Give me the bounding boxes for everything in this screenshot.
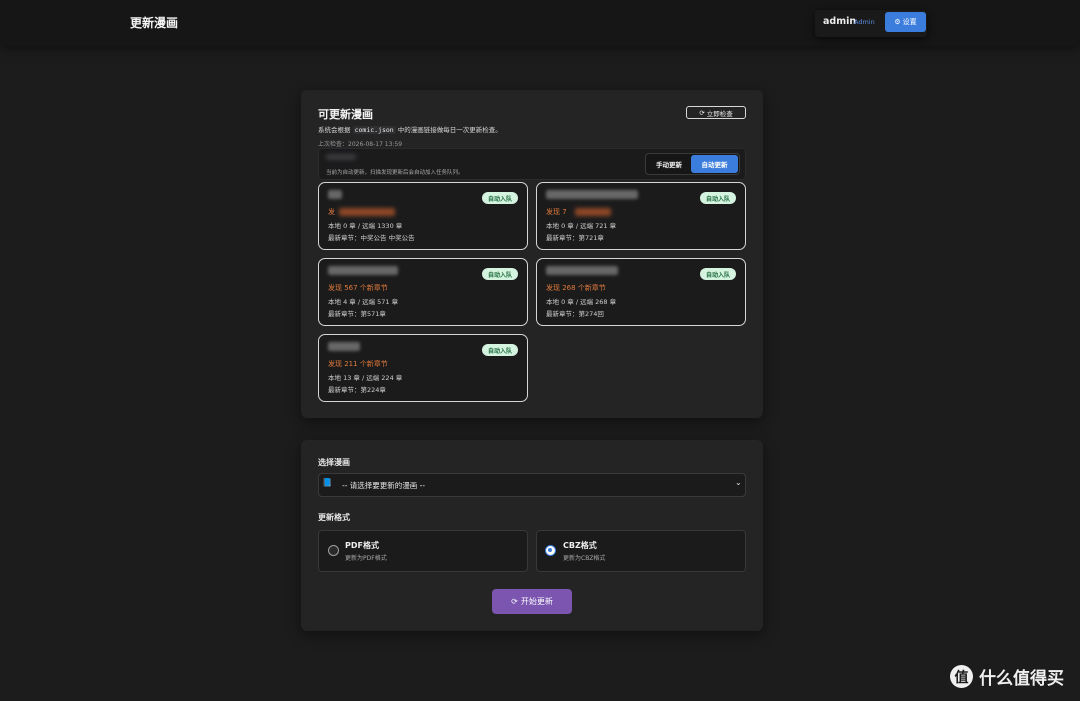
format-option-pdf[interactable] — [318, 530, 528, 572]
latest-chapter: 最新章节：第274回 — [546, 310, 604, 318]
cbz-format-subtitle: 更新为CBZ格式 — [563, 555, 606, 562]
cbz-format-title: CBZ格式 — [563, 541, 597, 550]
new-chapters-blurred — [339, 208, 395, 216]
auto-queue-badge: 自动入队 — [481, 192, 518, 204]
chapter-count: 本地 0 章 / 远端 1330 章 — [328, 222, 403, 230]
update-mode-title — [326, 154, 356, 160]
chapter-count: 本地 13 章 / 远端 224 章 — [328, 374, 403, 382]
comic-card[interactable]: 自动入队 发现 268 个新章节 本地 0 章 / 远端 268 章 最新章节：… — [536, 258, 746, 326]
format-label: 更新格式 — [318, 513, 350, 522]
comic-select-value: -- 请选择要更新的漫画 -- — [342, 481, 426, 490]
latest-chapter: 最新章节：中奖公告 中奖公告 — [328, 234, 415, 242]
page-title: 更新漫画 — [130, 16, 179, 30]
cbz-radio[interactable] — [545, 545, 556, 556]
user-name: admin — [823, 16, 857, 27]
section-title: 可更新漫画 — [318, 108, 373, 121]
settings-label: 设置 — [902, 18, 917, 26]
check-now-button[interactable]: ⟳ 立即检查 — [686, 106, 746, 119]
format-option-cbz[interactable] — [536, 530, 746, 572]
book-icon: 📘 — [322, 478, 332, 487]
auto-queue-badge: 自动入队 — [481, 268, 518, 280]
manual-update-button[interactable]: 手动更新 — [648, 155, 690, 173]
new-chapters-text: 发现 7 — [546, 208, 567, 216]
latest-chapter: 最新章节：第224章 — [328, 386, 386, 394]
new-chapters-text: 发现 211 个新章节 — [328, 360, 388, 368]
gear-icon: ⚙ — [894, 18, 901, 26]
watermark: 值 什么值得买 — [950, 664, 1064, 689]
start-update-button[interactable]: ⟳ 开始更新 — [492, 589, 572, 614]
watermark-text: 什么值得买 — [979, 669, 1064, 689]
comic-name-blurred — [328, 342, 360, 351]
new-chapters-blurred — [575, 208, 611, 216]
start-update-label: 开始更新 — [520, 597, 553, 606]
comic-card[interactable]: 自动入队 发现 7 本地 0 章 / 远端 721 章 最新章节：第721章 — [536, 182, 746, 250]
chapter-count: 本地 0 章 / 远端 721 章 — [546, 222, 617, 230]
comic-name-blurred — [546, 266, 618, 275]
comic-name-blurred — [328, 190, 342, 199]
chapter-count: 本地 4 章 / 远端 571 章 — [328, 298, 399, 306]
latest-chapter: 最新章节：第721章 — [546, 234, 604, 242]
auto-update-button[interactable]: 自动更新 — [691, 155, 738, 173]
update-mode-hint: 当前为自动更新，扫描发现更新后会自动加入任务队列。 — [326, 170, 464, 176]
chapter-count: 本地 0 章 / 远端 268 章 — [546, 298, 617, 306]
select-comic-label: 选择漫画 — [318, 458, 350, 467]
auto-queue-badge: 自动入队 — [699, 192, 736, 204]
pdf-radio[interactable] — [328, 545, 339, 556]
user-role: Admin — [854, 18, 875, 26]
pdf-format-title: PDF格式 — [345, 541, 379, 550]
config-file-code: comic.json — [352, 126, 396, 134]
refresh-icon: ⟳ — [699, 108, 705, 117]
comic-card[interactable]: 自动入队 发现 567 个新章节 本地 4 章 / 远端 571 章 最新章节：… — [318, 258, 528, 326]
settings-button[interactable]: ⚙ 设置 — [885, 12, 926, 32]
section-description: 系统会根据 comic.json 中的漫画链接做每日一次更新检查。 — [318, 126, 502, 134]
latest-chapter: 最新章节：第571章 — [328, 310, 386, 318]
comic-card[interactable]: 自动入队 发现 211 个新章节 本地 13 章 / 远端 224 章 最新章节… — [318, 334, 528, 402]
auto-queue-badge: 自动入队 — [481, 344, 518, 356]
watermark-logo-icon: 值 — [950, 665, 973, 688]
new-chapters-text: 发现 567 个新章节 — [328, 284, 388, 292]
last-check: 上次检查：2026-08-17 13:59 — [318, 141, 403, 148]
refresh-icon: ⟳ — [511, 597, 518, 606]
check-now-label: 立即检查 — [706, 109, 733, 118]
new-chapters-text: 发 — [328, 208, 335, 216]
comic-name-blurred — [546, 190, 638, 199]
chevron-down-icon: ⌄ — [735, 478, 742, 487]
comic-card[interactable]: 自动入队 发 本地 0 章 / 远端 1330 章 最新章节：中奖公告 中奖公告 — [318, 182, 528, 250]
new-chapters-text: 发现 268 个新章节 — [546, 284, 606, 292]
auto-queue-badge: 自动入队 — [699, 268, 736, 280]
comic-name-blurred — [328, 266, 398, 275]
pdf-format-subtitle: 更新为PDF格式 — [345, 555, 387, 562]
